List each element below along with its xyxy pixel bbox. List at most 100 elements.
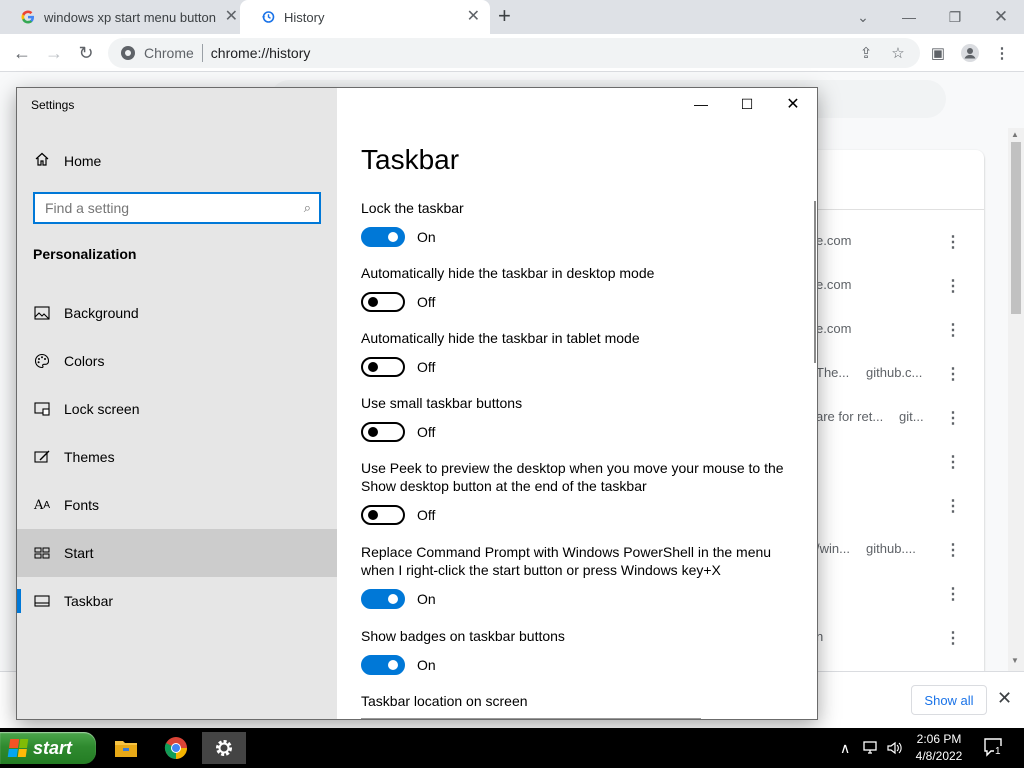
restore-icon[interactable]: ❐ bbox=[932, 0, 978, 34]
profile-avatar-icon[interactable] bbox=[958, 41, 982, 65]
toggle-knob bbox=[388, 660, 398, 670]
file-explorer-icon[interactable] bbox=[104, 732, 148, 764]
toggle-switch[interactable] bbox=[361, 655, 405, 675]
scroll-up-arrow-icon[interactable]: ▲ bbox=[1011, 130, 1019, 139]
more-actions-icon[interactable]: ⋮ bbox=[945, 542, 961, 559]
close-tab-icon[interactable]: ✕ bbox=[225, 9, 238, 25]
history-row-domain: github.... bbox=[866, 541, 916, 556]
toggle-row: On bbox=[361, 655, 801, 675]
chrome-logo-icon bbox=[121, 46, 135, 60]
notification-center-icon[interactable]: 1 bbox=[982, 736, 1006, 760]
sidebar-item-start[interactable]: Start bbox=[17, 529, 337, 577]
history-row-title[interactable]: e.com bbox=[816, 233, 936, 253]
settings-sidebar: Settings Home Find a setting ⌕ Personali… bbox=[17, 88, 337, 719]
close-window-icon[interactable]: ✕ bbox=[978, 0, 1024, 34]
toggle-row: Off bbox=[361, 357, 801, 377]
new-tab-button[interactable]: + bbox=[498, 5, 511, 27]
history-row-title[interactable]: e.com bbox=[816, 277, 936, 297]
scroll-down-arrow-icon[interactable]: ▼ bbox=[1011, 656, 1019, 665]
taskbar-option: Automatically hide the taskbar in deskto… bbox=[361, 264, 801, 312]
fonts-icon: AA bbox=[33, 497, 51, 513]
toggle-knob bbox=[368, 362, 378, 372]
taskbar-location-dropdown[interactable] bbox=[361, 718, 701, 719]
history-row-title[interactable] bbox=[816, 585, 936, 605]
sidebar-item-label: Taskbar bbox=[64, 593, 114, 609]
site-chip[interactable]: Chrome bbox=[120, 45, 194, 61]
share-icon[interactable]: ⇪ bbox=[854, 41, 878, 65]
home-nav-item[interactable]: Home bbox=[17, 143, 337, 179]
chrome-icon[interactable] bbox=[154, 732, 198, 764]
browser-toolbar: ← → ↻ Chrome chrome://history ⇪ ☆ ▣ ⋮ bbox=[0, 34, 1024, 72]
tab-history[interactable]: History ✕ bbox=[240, 0, 490, 34]
close-download-bar-icon[interactable]: ✕ bbox=[997, 688, 1012, 709]
scrollbar-thumb[interactable] bbox=[1011, 142, 1021, 314]
reload-icon[interactable]: ↻ bbox=[74, 41, 98, 65]
option-label: Lock the taskbar bbox=[361, 200, 464, 216]
sidebar-item-fonts[interactable]: A A Fonts bbox=[17, 481, 337, 529]
background-image-icon bbox=[33, 306, 51, 320]
start-button[interactable]: start bbox=[0, 732, 96, 764]
more-actions-icon[interactable]: ⋮ bbox=[945, 410, 961, 427]
content-scrollbar[interactable] bbox=[814, 201, 816, 363]
tab-search-chevron-icon[interactable]: ⌄ bbox=[840, 0, 886, 34]
network-icon[interactable] bbox=[862, 728, 880, 768]
more-actions-icon[interactable]: ⋮ bbox=[945, 322, 961, 339]
history-row-title[interactable]: e.com bbox=[816, 321, 936, 341]
sidebar-item-lock-screen[interactable]: Lock screen bbox=[17, 385, 337, 433]
toggle-switch[interactable] bbox=[361, 422, 405, 442]
toggle-state: On bbox=[417, 591, 436, 607]
tab-google-search[interactable]: windows xp start menu button - ✕ bbox=[0, 0, 248, 34]
sidebar-item-background[interactable]: Background bbox=[17, 289, 337, 337]
more-actions-icon[interactable]: ⋮ bbox=[945, 234, 961, 251]
toggle-row: On bbox=[361, 227, 801, 247]
toggle-state: Off bbox=[417, 507, 436, 523]
home-icon bbox=[34, 151, 50, 171]
system-clock[interactable]: 2:06 PM 4/8/2022 bbox=[906, 731, 972, 765]
toggle-state: On bbox=[417, 229, 436, 245]
history-row-title[interactable] bbox=[816, 497, 936, 517]
more-actions-icon[interactable]: ⋮ bbox=[945, 630, 961, 647]
toggle-state: Off bbox=[417, 424, 436, 440]
clock-time: 2:06 PM bbox=[916, 732, 962, 746]
notification-count: 1 bbox=[994, 746, 1002, 757]
home-label: Home bbox=[64, 153, 102, 169]
toggle-knob bbox=[388, 594, 398, 604]
sidebar-item-taskbar[interactable]: Taskbar bbox=[17, 577, 337, 625]
toggle-switch[interactable] bbox=[361, 589, 405, 609]
side-panel-icon[interactable]: ▣ bbox=[926, 41, 950, 65]
history-row-title[interactable] bbox=[816, 453, 936, 473]
more-actions-icon[interactable]: ⋮ bbox=[945, 366, 961, 383]
address-bar[interactable]: Chrome chrome://history bbox=[108, 38, 920, 68]
sidebar-item-label: Colors bbox=[64, 353, 105, 369]
more-actions-icon[interactable]: ⋮ bbox=[945, 454, 961, 471]
sidebar-item-colors[interactable]: Colors bbox=[17, 337, 337, 385]
close-tab-icon[interactable]: ✕ bbox=[467, 9, 480, 25]
settings-gear-icon[interactable] bbox=[202, 732, 246, 764]
section-heading: Personalization bbox=[33, 246, 137, 262]
sidebar-item-label: Themes bbox=[64, 449, 115, 465]
more-actions-icon[interactable]: ⋮ bbox=[945, 586, 961, 603]
back-arrow-icon[interactable]: ← bbox=[10, 41, 34, 65]
history-row-domain: git... bbox=[899, 409, 924, 424]
more-actions-icon[interactable]: ⋮ bbox=[945, 498, 961, 515]
show-hidden-icons-chevron-icon[interactable]: ∧ bbox=[840, 728, 850, 768]
forward-arrow-icon[interactable]: → bbox=[42, 41, 66, 65]
more-actions-icon[interactable]: ⋮ bbox=[945, 278, 961, 295]
find-setting-input[interactable]: Find a setting ⌕ bbox=[33, 192, 321, 224]
page-scrollbar[interactable]: ▲ ▼ bbox=[1008, 128, 1024, 728]
sidebar-item-themes[interactable]: Themes bbox=[17, 433, 337, 481]
toggle-switch[interactable] bbox=[361, 227, 405, 247]
toggle-switch[interactable] bbox=[361, 292, 405, 312]
bookmark-star-icon[interactable]: ☆ bbox=[886, 41, 910, 65]
taskbar-option: Automatically hide the taskbar in tablet… bbox=[361, 329, 801, 377]
history-row-title[interactable]: n bbox=[816, 629, 936, 649]
volume-icon[interactable] bbox=[886, 728, 904, 768]
show-all-button[interactable]: Show all bbox=[911, 685, 987, 715]
toggle-knob bbox=[368, 510, 378, 520]
toggle-switch[interactable] bbox=[361, 357, 405, 377]
menu-kebab-icon[interactable]: ⋮ bbox=[990, 41, 1014, 65]
toggle-switch[interactable] bbox=[361, 505, 405, 525]
toggle-knob bbox=[368, 297, 378, 307]
minimize-icon[interactable]: — bbox=[886, 0, 932, 34]
option-label: Automatically hide the taskbar in deskto… bbox=[361, 265, 655, 281]
